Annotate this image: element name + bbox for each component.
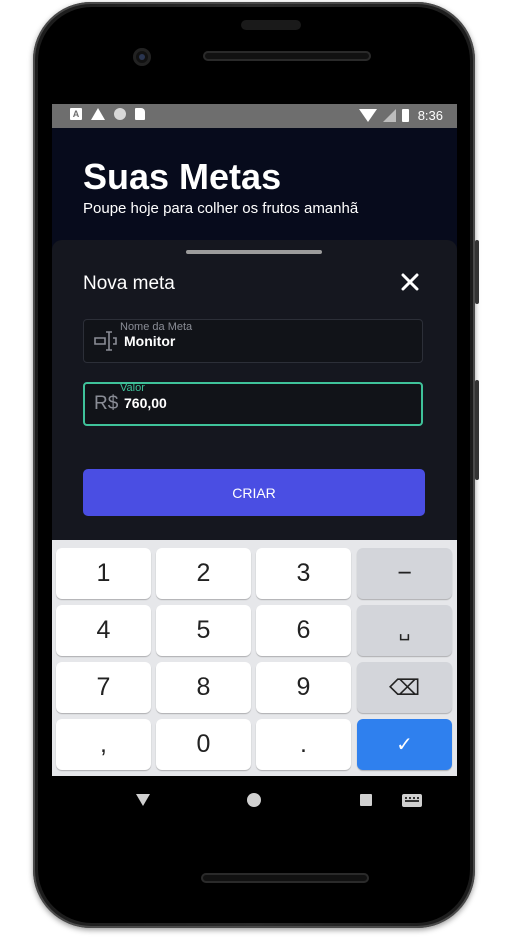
sd-card-icon [135, 108, 145, 120]
status-time: 8:36 [417, 108, 443, 123]
page-subtitle: Poupe hoje para colher os frutos amanhã [83, 200, 359, 217]
close-icon [401, 273, 419, 291]
recents-icon[interactable] [360, 794, 372, 806]
power-button [475, 240, 479, 304]
goal-name-field[interactable]: Nome da Meta Monitor [83, 319, 423, 363]
new-goal-sheet: Nova meta Nome da Meta Monitor R$ Valor … [52, 240, 457, 540]
earpiece-grill [203, 51, 371, 61]
warning-icon [91, 108, 105, 120]
home-icon[interactable] [247, 793, 261, 807]
nav-bar [52, 776, 457, 824]
top-speaker [241, 20, 301, 30]
page-title: Suas Metas [83, 156, 282, 197]
key-period[interactable]: . [256, 719, 351, 770]
goal-name-label: Nome da Meta [120, 321, 193, 333]
status-bar: A 8:36 [52, 104, 457, 128]
close-button[interactable] [396, 268, 424, 296]
front-camera [133, 48, 151, 66]
key-2[interactable]: 2 [156, 548, 251, 599]
battery-icon [401, 109, 409, 122]
a-icon: A [70, 108, 82, 120]
key-backspace[interactable]: ⌫ [357, 662, 452, 713]
key-confirm[interactable]: ✓ [357, 719, 452, 770]
currency-prefix: R$ [94, 393, 119, 414]
numeric-keyboard: 1 2 3 − 4 5 6 ␣ 7 8 9 ⌫ , 0 . ✓ [52, 540, 457, 776]
bottom-speaker [201, 873, 369, 883]
goal-name-value: Monitor [124, 333, 176, 349]
back-icon[interactable] [136, 794, 150, 806]
wifi-icon [358, 109, 377, 122]
key-7[interactable]: 7 [56, 662, 151, 713]
key-minus[interactable]: − [357, 548, 452, 599]
circle-icon [114, 108, 126, 120]
app-screen: A 8:36 Suas Metas Poupe hoje para colher… [52, 104, 457, 776]
sheet-drag-handle[interactable] [186, 250, 322, 254]
signal-icon [382, 109, 396, 122]
key-8[interactable]: 8 [156, 662, 251, 713]
key-6[interactable]: 6 [256, 605, 351, 656]
create-button[interactable]: CRIAR [83, 469, 425, 516]
sheet-title: Nova meta [83, 273, 175, 294]
goal-value-value: 760,00 [124, 395, 167, 411]
key-4[interactable]: 4 [56, 605, 151, 656]
text-cursor-icon [94, 331, 117, 351]
key-9[interactable]: 9 [256, 662, 351, 713]
goal-value-field[interactable]: R$ Valor 760,00 [83, 382, 423, 426]
key-3[interactable]: 3 [256, 548, 351, 599]
goal-value-label: Valor [120, 382, 145, 394]
volume-button [475, 380, 479, 480]
key-5[interactable]: 5 [156, 605, 251, 656]
key-comma[interactable]: , [56, 719, 151, 770]
key-0[interactable]: 0 [156, 719, 251, 770]
keyboard-icon[interactable] [402, 794, 422, 807]
key-space[interactable]: ␣ [357, 605, 452, 656]
key-1[interactable]: 1 [56, 548, 151, 599]
